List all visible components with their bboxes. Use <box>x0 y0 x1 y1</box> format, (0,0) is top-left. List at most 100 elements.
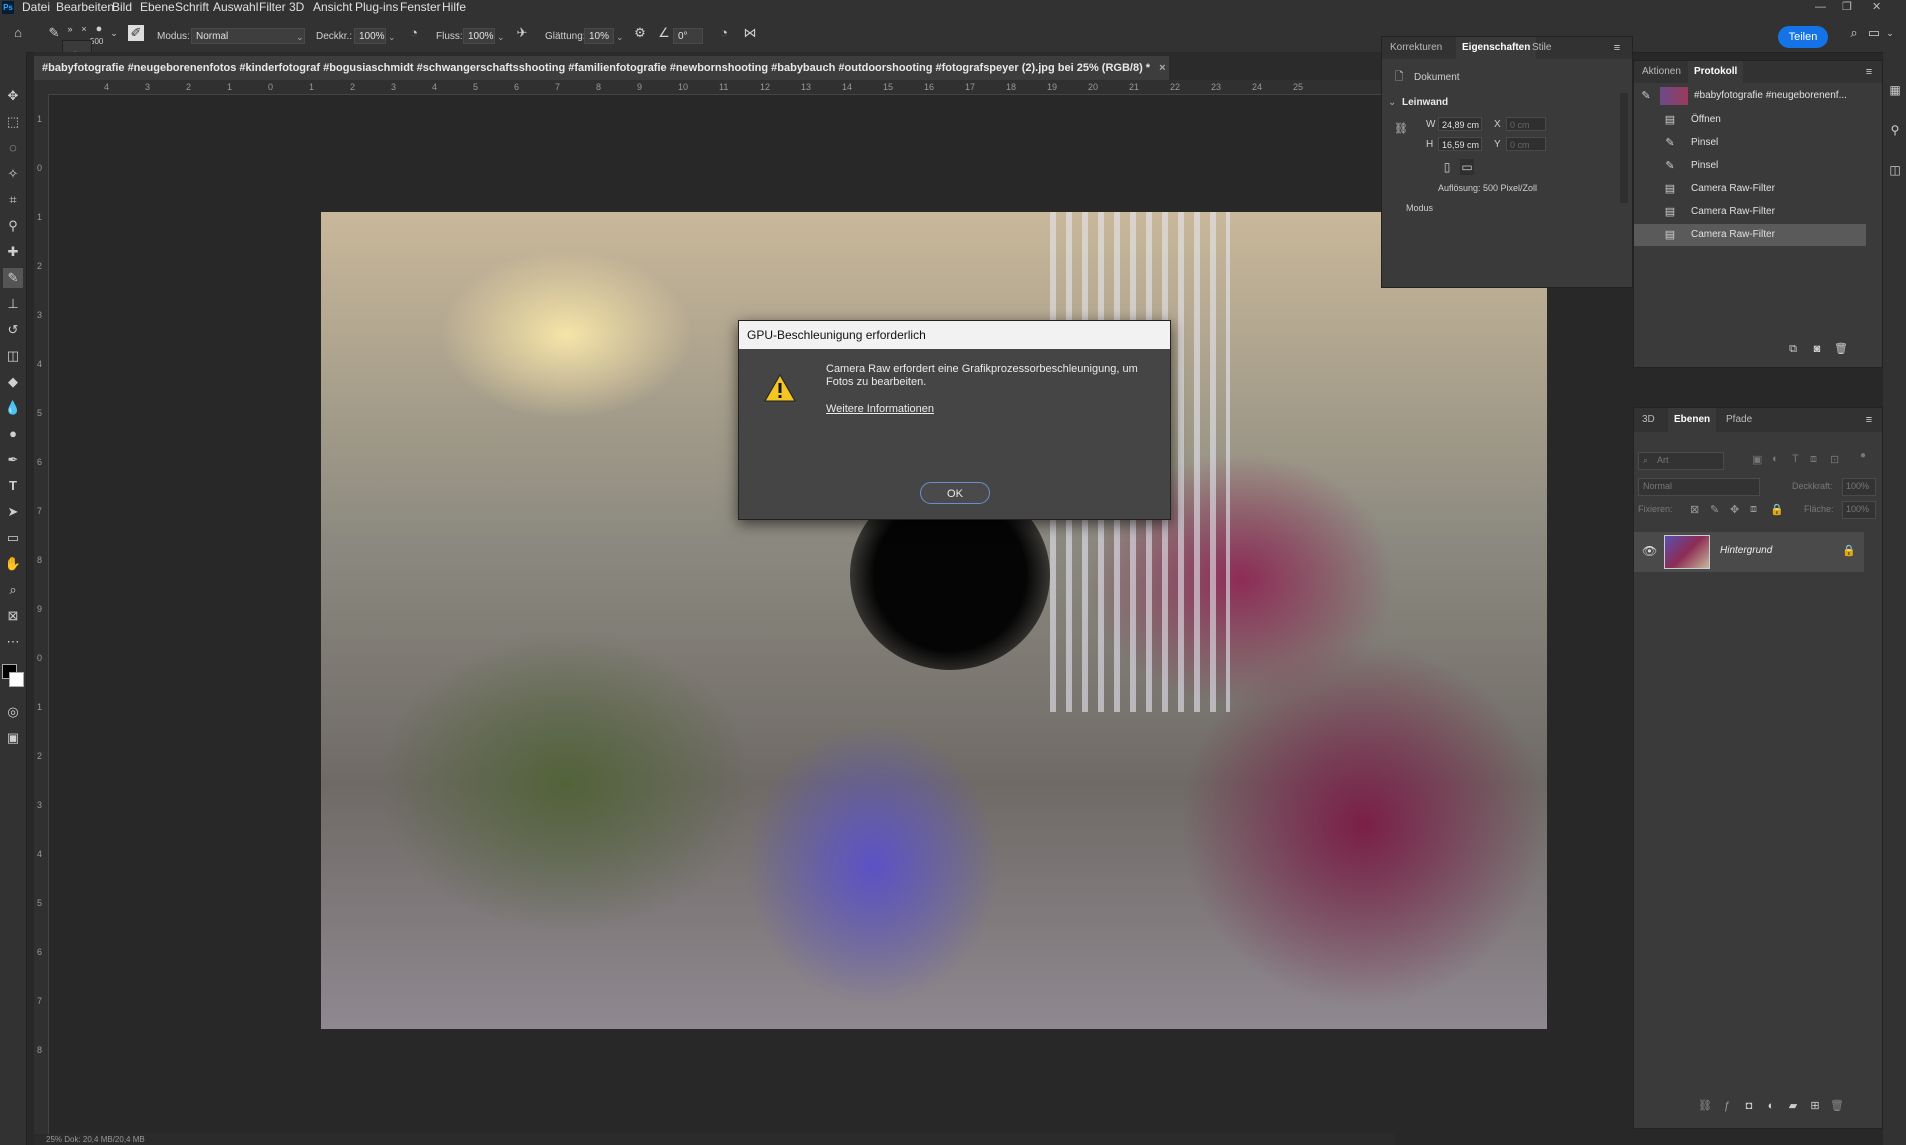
menu-ansicht[interactable]: Ansicht <box>313 0 352 15</box>
adjustment-layer-icon[interactable]: ◐ <box>1764 1098 1778 1114</box>
history-brush-tool-icon[interactable]: ↺ <box>3 320 23 340</box>
history-item[interactable]: ▤ Camera Raw-Filter <box>1634 178 1866 200</box>
menu-plugins[interactable]: Plug-ins <box>355 0 398 15</box>
layer-opacity-input[interactable]: 100% <box>1842 478 1876 496</box>
layer-name[interactable]: Hintergrund <box>1720 545 1772 556</box>
path-select-tool-icon[interactable]: ➤ <box>3 502 23 522</box>
menu-bearbeiten[interactable]: Bearbeiten <box>56 0 114 15</box>
smoothing-chevron-icon[interactable]: ⌄ <box>616 28 624 46</box>
type-tool-icon[interactable]: T <box>3 476 23 496</box>
layer-row[interactable]: 👁 Hintergrund 🔒 <box>1634 532 1864 572</box>
navigator-icon[interactable]: ⚲ <box>1887 122 1903 138</box>
blend-mode-select[interactable]: Normal <box>1638 478 1760 496</box>
tab-ebenen[interactable]: Ebenen <box>1668 408 1717 432</box>
delete-layer-icon[interactable]: 🗑 <box>1830 1098 1844 1114</box>
menu-schrift[interactable]: Schrift <box>175 0 209 15</box>
history-item[interactable]: ▤ Camera Raw-Filter <box>1634 201 1866 223</box>
symmetry-icon[interactable]: ⋈ <box>742 25 758 41</box>
ok-button[interactable]: OK <box>920 482 990 504</box>
share-button[interactable]: Teilen <box>1778 26 1828 48</box>
brush-tool-icon[interactable]: ✎ <box>46 25 62 41</box>
width-input[interactable]: 24,89 cm <box>1438 117 1482 131</box>
flow-input[interactable]: 100% <box>463 28 495 44</box>
gear-icon[interactable]: ⚙ <box>632 25 648 41</box>
close-icon[interactable]: × <box>78 21 90 37</box>
opacity-input[interactable]: 100% <box>354 28 386 44</box>
eye-icon[interactable]: 👁 <box>1642 544 1657 558</box>
pen-tool-icon[interactable]: ✒ <box>3 450 23 470</box>
move-tool-icon[interactable]: ✥ <box>3 86 23 106</box>
y-input[interactable]: 0 cm <box>1506 137 1546 151</box>
tab-eigenschaften[interactable]: Eigenschaften <box>1456 37 1537 59</box>
more-tools-icon[interactable]: ⋯ <box>3 632 23 652</box>
history-item[interactable]: ✎ Pinsel <box>1634 155 1866 177</box>
lock-transparent-icon[interactable]: ⊠ <box>1690 503 1699 516</box>
opacity-chevron-icon[interactable]: ⌄ <box>388 28 396 46</box>
mode-select[interactable]: Normal <box>191 28 305 44</box>
close-window-icon[interactable]: ✕ <box>1872 0 1881 15</box>
brush-tool-icon[interactable]: ✎ <box>3 268 23 288</box>
libraries-icon[interactable]: ◫ <box>1887 162 1903 178</box>
brush-settings-icon[interactable]: ✐ <box>128 25 144 41</box>
frame-tool-icon[interactable]: ⊠ <box>3 606 23 626</box>
filter-shape-icon[interactable]: ⧈ <box>1810 453 1817 466</box>
expand-icon[interactable]: » <box>64 21 76 37</box>
angle-input[interactable]: 0° <box>673 28 703 44</box>
mask-icon[interactable]: ◘ <box>1742 1098 1756 1114</box>
hand-tool-icon[interactable]: ✋ <box>3 554 23 574</box>
mode-chevron-icon[interactable]: ⌄ <box>296 28 304 46</box>
more-info-link[interactable]: Weitere Informationen <box>826 403 934 415</box>
new-document-from-state-icon[interactable]: ⧉ <box>1786 341 1800 357</box>
camera-snapshot-icon[interactable]: ◙ <box>1810 341 1824 357</box>
document-tab[interactable]: #babyfotografie #neugeborenenfotos #kind… <box>34 56 1169 80</box>
menu-ebene[interactable]: Ebene <box>140 0 175 15</box>
zoom-tool-icon[interactable]: ⌕ <box>3 580 23 600</box>
history-item-selected[interactable]: ▤ Camera Raw-Filter <box>1634 224 1866 246</box>
menu-fenster[interactable]: Fenster <box>400 0 441 15</box>
tab-stile[interactable]: Stile <box>1532 37 1551 59</box>
home-icon[interactable]: ⌂ <box>10 25 26 41</box>
restore-icon[interactable]: ❐ <box>1842 0 1852 15</box>
layer-lock-icon[interactable]: 🔒 <box>1842 544 1856 557</box>
lock-image-icon[interactable]: ✎ <box>1710 503 1719 516</box>
trash-icon[interactable]: 🗑 <box>1834 341 1848 357</box>
eyedropper-tool-icon[interactable]: ⚲ <box>3 216 23 236</box>
tab-protokoll[interactable]: Protokoll <box>1688 61 1744 83</box>
section-chevron-icon[interactable]: ⌄ <box>1388 97 1396 108</box>
lasso-tool-icon[interactable]: ◌ <box>3 138 23 158</box>
stamp-tool-icon[interactable]: ⊥ <box>3 294 23 314</box>
paint-bucket-tool-icon[interactable]: ◆ <box>3 372 23 392</box>
marquee-tool-icon[interactable]: ⬚ <box>3 112 23 132</box>
lock-artboard-icon[interactable]: ⧈ <box>1750 503 1757 516</box>
menu-filter[interactable]: Filter <box>259 0 286 15</box>
fill-input[interactable]: 100% <box>1842 501 1876 519</box>
menu-datei[interactable]: Datei <box>22 0 50 15</box>
filter-pixel-icon[interactable]: ▣ <box>1752 453 1762 466</box>
group-folder-icon[interactable]: ▰ <box>1786 1098 1800 1114</box>
tab-3d[interactable]: 3D <box>1642 408 1655 432</box>
fx-icon[interactable]: ƒ <box>1720 1098 1734 1114</box>
lock-position-icon[interactable]: ✥ <box>1730 503 1739 516</box>
screen-mode-icon[interactable]: ▣ <box>3 728 23 748</box>
minimize-icon[interactable]: — <box>1815 0 1826 15</box>
workspace-chevron-icon[interactable]: ⌄ <box>1884 25 1896 41</box>
menu-auswahl[interactable]: Auswahl <box>213 0 258 15</box>
x-input[interactable]: 0 cm <box>1506 117 1546 131</box>
menu-hilfe[interactable]: Hilfe <box>442 0 466 15</box>
brush-preview-icon[interactable]: ● <box>92 21 106 37</box>
histogram-icon[interactable]: ▦ <box>1887 82 1903 98</box>
quick-select-tool-icon[interactable]: ✧ <box>3 164 23 184</box>
link-icon[interactable]: ⛓ <box>1394 121 1408 137</box>
blur-tool-icon[interactable]: 💧 <box>3 398 23 418</box>
airbrush-icon[interactable]: ✈ <box>514 25 530 41</box>
height-input[interactable]: 16,59 cm <box>1438 137 1482 151</box>
history-item[interactable]: ✎ Pinsel <box>1634 132 1866 154</box>
flow-chevron-icon[interactable]: ⌄ <box>497 28 505 46</box>
history-snapshot[interactable]: ✎ #babyfotografie #neugeborenenf... <box>1634 85 1866 107</box>
tab-korrekturen[interactable]: Korrekturen <box>1390 37 1442 59</box>
layer-filter-input[interactable]: ⌕ Art <box>1638 452 1724 470</box>
panel-menu-icon[interactable]: ≡ <box>1610 40 1624 56</box>
tab-pfade[interactable]: Pfade <box>1726 408 1752 432</box>
history-menu-icon[interactable]: ≡ <box>1862 64 1876 80</box>
crop-tool-icon[interactable]: ⌗ <box>3 190 23 210</box>
